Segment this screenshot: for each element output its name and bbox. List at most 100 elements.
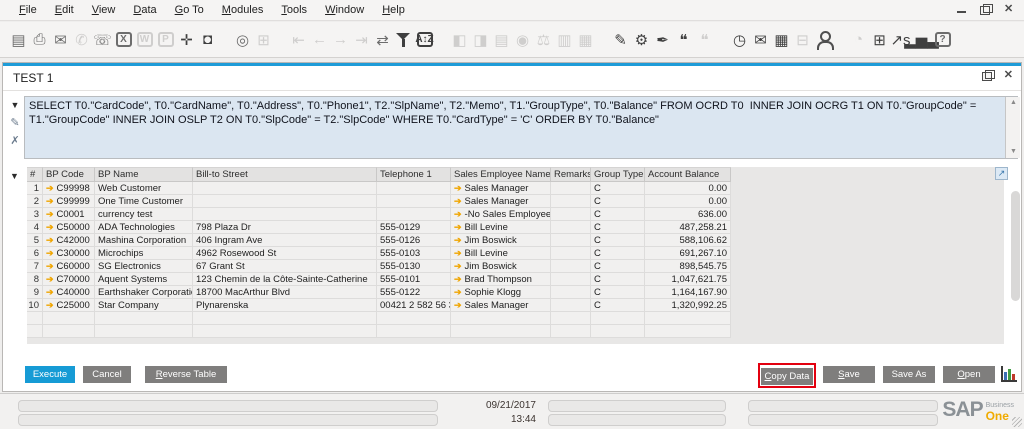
- edit-chart-icon[interactable]: ▂▅▃: [911, 29, 932, 51]
- cell-bp-code[interactable]: ➔C99998: [43, 182, 95, 195]
- close-icon[interactable]: ✕: [1004, 4, 1016, 15]
- save-as-button[interactable]: Save As: [883, 366, 935, 383]
- cell-bp-name[interactable]: Aquent Systems: [95, 273, 193, 286]
- chart-view-icon[interactable]: [1001, 366, 1017, 382]
- cell-sales-employee-name[interactable]: ➔Bill Levine: [451, 221, 551, 234]
- column-header-account-balance[interactable]: Account Balance: [645, 167, 731, 182]
- cell-bill-to-street[interactable]: 67 Grant St: [193, 260, 377, 273]
- cell-telephone-1[interactable]: 00421 2 582 56 33: [377, 299, 451, 312]
- table-row[interactable]: 4➔C50000ADA Technologies798 Plaza Dr555-…: [27, 221, 731, 234]
- cell-bp-name[interactable]: [95, 325, 193, 338]
- cell-remarks[interactable]: [551, 208, 591, 221]
- column-header-remarks[interactable]: Remarks: [551, 167, 591, 182]
- table-row[interactable]: 8➔C70000Aquent Systems123 Chemin de la C…: [27, 273, 731, 286]
- cell--[interactable]: 5: [27, 234, 43, 247]
- cell-bp-code[interactable]: ➔C25000: [43, 299, 95, 312]
- save-button[interactable]: Save: [823, 366, 875, 383]
- cell-bill-to-street[interactable]: 406 Ingram Ave: [193, 234, 377, 247]
- collapse-grid-icon[interactable]: ▼: [10, 171, 19, 181]
- cell-telephone-1[interactable]: [377, 312, 451, 325]
- cell-bp-name[interactable]: Star Company: [95, 299, 193, 312]
- payment-means-icon[interactable]: ◉: [512, 29, 533, 51]
- cell-bp-code[interactable]: ➔C50000: [43, 221, 95, 234]
- cell--[interactable]: 1: [27, 182, 43, 195]
- print-icon[interactable]: ⎙: [29, 29, 50, 51]
- menu-item-help[interactable]: Help: [373, 2, 414, 18]
- launch-application-icon[interactable]: ✛: [176, 29, 197, 51]
- cell-group-type[interactable]: C: [591, 234, 645, 247]
- navigate-forward-icon[interactable]: ◨: [470, 29, 491, 51]
- cell-sales-employee-name[interactable]: [451, 325, 551, 338]
- filter-table-icon[interactable]: [393, 29, 414, 51]
- collapse-query-icon[interactable]: ▼: [11, 99, 20, 111]
- refresh-record-icon[interactable]: ⇄: [372, 29, 393, 51]
- scheduled-report-icon[interactable]: ◔: [848, 29, 869, 51]
- link-arrow-icon[interactable]: ➔: [454, 223, 462, 232]
- cell-account-balance[interactable]: 1,164,167.90: [645, 286, 731, 299]
- grid-scrollbar-thumb[interactable]: [1011, 191, 1020, 301]
- hide-pickers-icon[interactable]: ❝: [694, 29, 715, 51]
- cell-remarks[interactable]: [551, 286, 591, 299]
- cell-sales-employee-name[interactable]: ➔Sophie Klogg: [451, 286, 551, 299]
- copy-data-button[interactable]: Copy Data: [761, 368, 813, 385]
- cell-bill-to-street[interactable]: [193, 182, 377, 195]
- help-partial-icon[interactable]: ?: [932, 29, 953, 51]
- cell-bill-to-street[interactable]: [193, 325, 377, 338]
- cell-bp-code[interactable]: ➔C30000: [43, 247, 95, 260]
- cell-account-balance[interactable]: 0.00: [645, 182, 731, 195]
- sms-icon[interactable]: ✆: [71, 29, 92, 51]
- cell-telephone-1[interactable]: [377, 208, 451, 221]
- edit-query-icon[interactable]: ✎: [10, 117, 19, 129]
- sql-query-input[interactable]: SELECT T0."CardCode", T0."CardName", T0.…: [24, 96, 1018, 159]
- cell-telephone-1[interactable]: 555-0101: [377, 273, 451, 286]
- cell-bp-name[interactable]: Mashina Corporation: [95, 234, 193, 247]
- cell--[interactable]: 7: [27, 260, 43, 273]
- cell-group-type[interactable]: C: [591, 299, 645, 312]
- execute-button[interactable]: Execute: [25, 366, 75, 383]
- link-arrow-icon[interactable]: ➔: [454, 288, 462, 297]
- gross-profit-icon[interactable]: ⚖: [533, 29, 554, 51]
- cell--[interactable]: 2: [27, 195, 43, 208]
- cell-group-type[interactable]: C: [591, 260, 645, 273]
- cell-group-type[interactable]: C: [591, 221, 645, 234]
- scroll-down-icon[interactable]: ▼: [1006, 146, 1021, 158]
- cell-telephone-1[interactable]: 555-0103: [377, 247, 451, 260]
- link-arrow-icon[interactable]: ➔: [46, 210, 54, 219]
- cell-bp-name[interactable]: One Time Customer: [95, 195, 193, 208]
- cell-bp-name[interactable]: currency test: [95, 208, 193, 221]
- cell-sales-employee-name[interactable]: ➔Jim Boswick: [451, 234, 551, 247]
- cell-account-balance[interactable]: [645, 312, 731, 325]
- cell-account-balance[interactable]: 691,267.10: [645, 247, 731, 260]
- cell-bill-to-street[interactable]: 4962 Rosewood St: [193, 247, 377, 260]
- cell-remarks[interactable]: [551, 273, 591, 286]
- alerts-icon[interactable]: ◷: [729, 29, 750, 51]
- cell-account-balance[interactable]: 1,320,992.25: [645, 299, 731, 312]
- cell-account-balance[interactable]: 1,047,621.75: [645, 273, 731, 286]
- link-arrow-icon[interactable]: ➔: [46, 184, 54, 193]
- link-arrow-icon[interactable]: ➔: [454, 275, 462, 284]
- cell--[interactable]: 9: [27, 286, 43, 299]
- cell-group-type[interactable]: C: [591, 247, 645, 260]
- email-icon[interactable]: ✉: [50, 29, 71, 51]
- menu-item-tools[interactable]: Tools: [272, 2, 316, 18]
- cell-sales-employee-name[interactable]: ➔Jim Boswick: [451, 260, 551, 273]
- calendar-icon[interactable]: ▦: [771, 29, 792, 51]
- export-word-icon[interactable]: W: [134, 29, 155, 51]
- cell-bill-to-street[interactable]: 18700 MacArthur Blvd: [193, 286, 377, 299]
- cell--[interactable]: 6: [27, 247, 43, 260]
- cell--[interactable]: 8: [27, 273, 43, 286]
- org-chart-icon[interactable]: ⊟: [792, 29, 813, 51]
- cell-remarks[interactable]: [551, 221, 591, 234]
- find-icon[interactable]: ◎: [232, 29, 253, 51]
- column-header-bill-to-street[interactable]: Bill-to Street: [193, 167, 377, 182]
- cell-bp-name[interactable]: Microchips: [95, 247, 193, 260]
- form-settings-icon[interactable]: ⚙: [631, 29, 652, 51]
- previous-record-icon[interactable]: ←: [309, 29, 330, 51]
- resize-grip[interactable]: [1012, 417, 1022, 427]
- cell-bp-name[interactable]: SG Electronics: [95, 260, 193, 273]
- table-row[interactable]: 6➔C30000Microchips4962 Rosewood St555-01…: [27, 247, 731, 260]
- link-arrow-icon[interactable]: ➔: [454, 236, 462, 245]
- volume-weight-icon[interactable]: ▥: [554, 29, 575, 51]
- cell-telephone-1[interactable]: 555-0126: [377, 234, 451, 247]
- cell-remarks[interactable]: [551, 325, 591, 338]
